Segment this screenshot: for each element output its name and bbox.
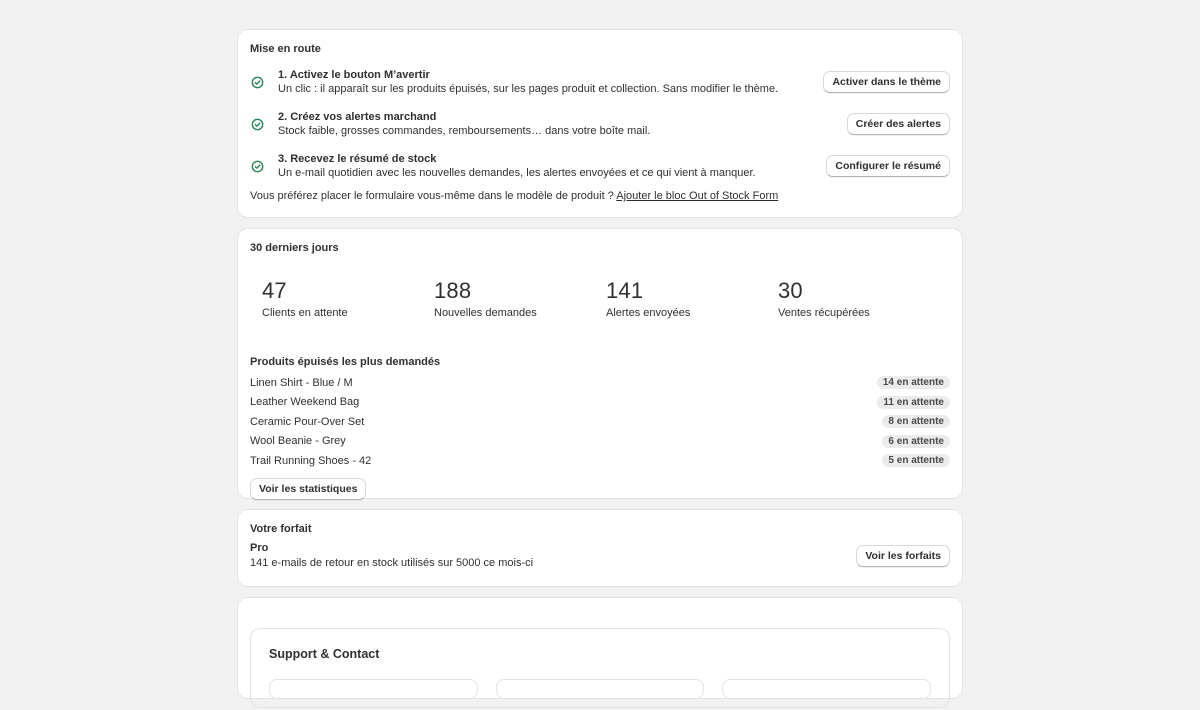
setup-footnote: Vous préférez placer le formulaire vous-… [250,189,950,203]
metric-value: 141 [606,278,644,303]
setup-card: Mise en route 1. Activez le bouton M’ave… [238,30,962,217]
setup-step-text: 1. Activez le bouton M’avertir Un clic :… [278,68,823,97]
setup-step-1: 1. Activez le bouton M’avertir Un clic :… [250,61,950,103]
product-row: Ceramic Pour-Over Set 8 en attente [250,412,950,432]
metric-waiting-customers: 47 Clients en attente [262,278,434,344]
support-title: Support & Contact [269,647,380,661]
product-name: Trail Running Shoes - 42 [250,454,372,467]
setup-step-title: 2. Créez vos alertes marchand [278,110,437,123]
setup-step-title: 1. Activez le bouton M’avertir [278,68,430,81]
plan-row: Pro 141 e-mails de retour en stock utili… [250,541,950,571]
product-row: Wool Beanie - Grey 6 en attente [250,432,950,452]
support-card: Support & Contact [238,598,962,708]
top-products-title: Produits épuisés les plus demandés [250,356,441,368]
setup-step-title: 3. Recevez le résumé de stock [278,152,437,165]
support-tile[interactable] [722,679,932,699]
metric-value: 188 [434,278,472,303]
support-tiles [269,679,932,699]
setup-step-2: 2. Créez vos alertes marchand Stock faib… [250,103,950,145]
metric-recovered-sales: 30 Ventes récupérées [778,278,950,344]
product-name: Leather Weekend Bag [250,396,360,409]
waiting-badge: 6 en attente [882,434,950,448]
metric-label: Alertes envoyées [606,307,691,319]
activate-theme-button[interactable]: Activer dans le thème [823,71,950,93]
check-circle-icon [251,118,264,130]
support-tile[interactable] [495,679,705,699]
setup-step-desc: Un clic : il apparaît sur les produits é… [278,82,779,95]
check-circle-icon [251,76,264,88]
product-name: Ceramic Pour-Over Set [250,415,365,428]
plan-card: Votre forfait Pro 141 e-mails de retour … [238,510,962,586]
metric-value: 30 [778,278,803,303]
metric-alerts-sent: 141 Alertes envoyées [606,278,778,344]
footnote-text: Vous préférez placer le formulaire vous-… [250,190,614,202]
product-name: Linen Shirt - Blue / M [250,376,353,389]
product-name: Wool Beanie - Grey [250,435,346,448]
setup-step-text: 2. Créez vos alertes marchand Stock faib… [278,110,847,139]
support-panel: Support & Contact [250,628,950,708]
metric-value: 47 [262,278,287,303]
view-stats-button[interactable]: Voir les statistiques [250,477,367,500]
setup-step-desc: Stock faible, grosses commandes, rembour… [278,124,651,137]
plan-name: Pro [250,542,269,554]
setup-step-desc: Un e-mail quotidien avec les nouvelles d… [278,166,756,179]
view-plans-button[interactable]: Voir les forfaits [856,545,950,567]
metrics-row: 47 Clients en attente 188 Nouvelles dema… [250,260,950,344]
metric-new-requests: 188 Nouvelles demandes [434,278,606,344]
stats-title: 30 derniers jours [250,242,339,254]
configure-summary-button[interactable]: Configurer le résumé [826,155,950,177]
setup-step-3: 3. Recevez le résumé de stock Un e-mail … [250,145,950,187]
plan-info: Pro 141 e-mails de retour en stock utili… [250,541,533,571]
waiting-badge: 8 en attente [882,415,950,429]
add-form-block-link[interactable]: Ajouter le bloc Out of Stock Form [616,190,778,202]
setup-title: Mise en route [250,43,321,55]
stats-card: 30 derniers jours 47 Clients en attente … [238,229,962,500]
check-circle-icon [251,160,264,172]
waiting-badge: 14 en attente [876,376,950,390]
setup-step-text: 3. Recevez le résumé de stock Un e-mail … [278,152,826,181]
waiting-badge: 5 en attente [882,454,950,468]
product-row: Trail Running Shoes - 42 5 en attente [250,451,950,471]
metric-label: Ventes récupérées [778,307,870,319]
plan-usage: 141 e-mails de retour en stock utilisés … [250,557,534,569]
metric-label: Clients en attente [262,307,348,319]
plan-title: Votre forfait [250,523,312,535]
create-alerts-button[interactable]: Créer des alertes [846,113,950,135]
page-content: Mise en route 1. Activez le bouton M’ave… [238,30,962,710]
metric-label: Nouvelles demandes [434,307,537,319]
product-row: Linen Shirt - Blue / M 14 en attente [250,373,950,393]
product-row: Leather Weekend Bag 11 en attente [250,393,950,413]
support-tile[interactable] [269,679,478,699]
waiting-badge: 11 en attente [877,395,950,409]
